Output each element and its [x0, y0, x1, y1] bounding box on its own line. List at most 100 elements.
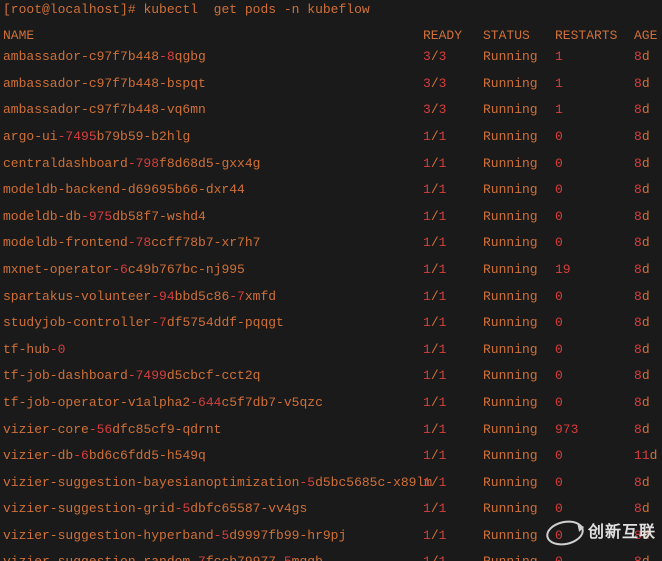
- cell-status: Running: [483, 448, 555, 464]
- cell-age: 8d: [634, 501, 650, 517]
- col-restarts: RESTARTS: [555, 28, 634, 44]
- cell-status: Running: [483, 289, 555, 305]
- cell-age: 8d: [634, 368, 650, 384]
- table-row: modeldb-db-975db58f7-wshd41/1Running08d: [3, 209, 659, 225]
- cell-status: Running: [483, 156, 555, 172]
- cell-status: Running: [483, 209, 555, 225]
- terminal[interactable]: [root@localhost]# kubectl get pods -n ku…: [0, 0, 662, 561]
- table-row: mxnet-operator-6c49b767bc-nj9951/1Runnin…: [3, 262, 659, 278]
- cell-restarts: 1: [555, 102, 634, 118]
- table-row: centraldashboard-798f8d68d5-gxx4g1/1Runn…: [3, 156, 659, 172]
- cell-name: studyjob-controller-7df5754ddf-pqqgt: [3, 315, 423, 331]
- shell-prompt-line: [root@localhost]# kubectl get pods -n ku…: [3, 2, 659, 18]
- cell-name: modeldb-backend-d69695b66-dxr44: [3, 182, 423, 198]
- table-row: tf-job-dashboard-7499d5cbcf-cct2q1/1Runn…: [3, 368, 659, 384]
- cell-age: 11d: [634, 448, 657, 464]
- cell-restarts: 0: [555, 209, 634, 225]
- cell-restarts: 0: [555, 129, 634, 145]
- table-row: vizier-suggestion-hyperband-5d9997fb99-h…: [3, 528, 659, 544]
- cell-name: vizier-suggestion-random-7fccb79977-5mqq…: [3, 554, 423, 561]
- cell-age: 8d: [634, 102, 650, 118]
- cell-age: 8d: [634, 209, 650, 225]
- cell-restarts: 0: [555, 395, 634, 411]
- table-row: vizier-suggestion-grid-5dbfc65587-vv4gs1…: [3, 501, 659, 517]
- table-row: ambassador-c97f7b448-8qgbg3/3Running18d: [3, 49, 659, 65]
- cell-restarts: 0: [555, 554, 634, 561]
- cell-ready: 1/1: [423, 395, 483, 411]
- cell-age: 8d: [634, 76, 650, 92]
- cell-name: ambassador-c97f7b448-bspqt: [3, 76, 423, 92]
- cell-ready: 1/1: [423, 342, 483, 358]
- cell-restarts: 0: [555, 289, 634, 305]
- cell-name: mxnet-operator-6c49b767bc-nj995: [3, 262, 423, 278]
- cell-ready: 1/1: [423, 209, 483, 225]
- table-row: tf-job-operator-v1alpha2-644c5f7db7-v5qz…: [3, 395, 659, 411]
- cell-age: 8d: [634, 342, 650, 358]
- cell-status: Running: [483, 422, 555, 438]
- cell-status: Running: [483, 342, 555, 358]
- table-row: vizier-core-56dfc85cf9-qdrnt1/1Running97…: [3, 422, 659, 438]
- cell-name: tf-job-operator-v1alpha2-644c5f7db7-v5qz…: [3, 395, 423, 411]
- cell-name: tf-hub-0: [3, 342, 423, 358]
- cell-status: Running: [483, 501, 555, 517]
- cell-ready: 1/1: [423, 475, 483, 491]
- shell-prompt-prefix: [root@localhost]#: [3, 2, 143, 18]
- cell-age: 8d: [634, 315, 650, 331]
- cell-restarts: 0: [555, 342, 634, 358]
- cell-restarts: 0: [555, 448, 634, 464]
- table-row: modeldb-backend-d69695b66-dxr441/1Runnin…: [3, 182, 659, 198]
- col-age: AGE: [634, 28, 657, 44]
- table-row: studyjob-controller-7df5754ddf-pqqgt1/1R…: [3, 315, 659, 331]
- col-ready: READY: [423, 28, 483, 44]
- cell-age: 8d: [634, 156, 650, 172]
- cell-name: spartakus-volunteer-94bbd5c86-7xmfd: [3, 289, 423, 305]
- cell-name: vizier-suggestion-grid-5dbfc65587-vv4gs: [3, 501, 423, 517]
- cell-status: Running: [483, 182, 555, 198]
- table-row: tf-hub-01/1Running08d: [3, 342, 659, 358]
- table-row: ambassador-c97f7b448-vq6mn3/3Running18d: [3, 102, 659, 118]
- cell-restarts: 0: [555, 315, 634, 331]
- cell-ready: 1/1: [423, 554, 483, 561]
- cell-restarts: 0: [555, 156, 634, 172]
- cell-age: 8d: [634, 182, 650, 198]
- cell-status: Running: [483, 315, 555, 331]
- cell-restarts: 0: [555, 235, 634, 251]
- cell-restarts: 1: [555, 76, 634, 92]
- cell-restarts: 1: [555, 49, 634, 65]
- cell-ready: 1/1: [423, 368, 483, 384]
- cell-status: Running: [483, 368, 555, 384]
- cell-status: Running: [483, 262, 555, 278]
- cell-restarts: 0: [555, 528, 634, 544]
- cell-restarts: 0: [555, 368, 634, 384]
- table-row: vizier-db-6bd6c6fdd5-h549q1/1Running011d: [3, 448, 659, 464]
- cell-age: 8d: [634, 49, 650, 65]
- table-row: argo-ui-7495b79b59-b2hlg1/1Running08d: [3, 129, 659, 145]
- cell-ready: 1/1: [423, 262, 483, 278]
- cell-restarts: 0: [555, 182, 634, 198]
- cell-status: Running: [483, 528, 555, 544]
- cell-status: Running: [483, 49, 555, 65]
- cell-name: vizier-suggestion-bayesianoptimization-5…: [3, 475, 423, 491]
- cell-restarts: 0: [555, 475, 634, 491]
- cell-status: Running: [483, 76, 555, 92]
- cell-ready: 1/1: [423, 528, 483, 544]
- cell-restarts: 973: [555, 422, 634, 438]
- table-header: NAME READY STATUS RESTARTS AGE: [3, 28, 659, 44]
- cell-status: Running: [483, 235, 555, 251]
- cell-ready: 3/3: [423, 76, 483, 92]
- cell-ready: 1/1: [423, 448, 483, 464]
- cell-name: ambassador-c97f7b448-vq6mn: [3, 102, 423, 118]
- col-status: STATUS: [483, 28, 555, 44]
- cell-ready: 1/1: [423, 182, 483, 198]
- cell-age: 8d: [634, 129, 650, 145]
- cell-age: 8d: [634, 554, 650, 561]
- table-row: ambassador-c97f7b448-bspqt3/3Running18d: [3, 76, 659, 92]
- cell-restarts: 0: [555, 501, 634, 517]
- cell-status: Running: [483, 475, 555, 491]
- cell-status: Running: [483, 102, 555, 118]
- cell-ready: 1/1: [423, 315, 483, 331]
- cell-ready: 1/1: [423, 156, 483, 172]
- cell-name: ambassador-c97f7b448-8qgbg: [3, 49, 423, 65]
- col-name: NAME: [3, 28, 423, 44]
- cell-ready: 1/1: [423, 129, 483, 145]
